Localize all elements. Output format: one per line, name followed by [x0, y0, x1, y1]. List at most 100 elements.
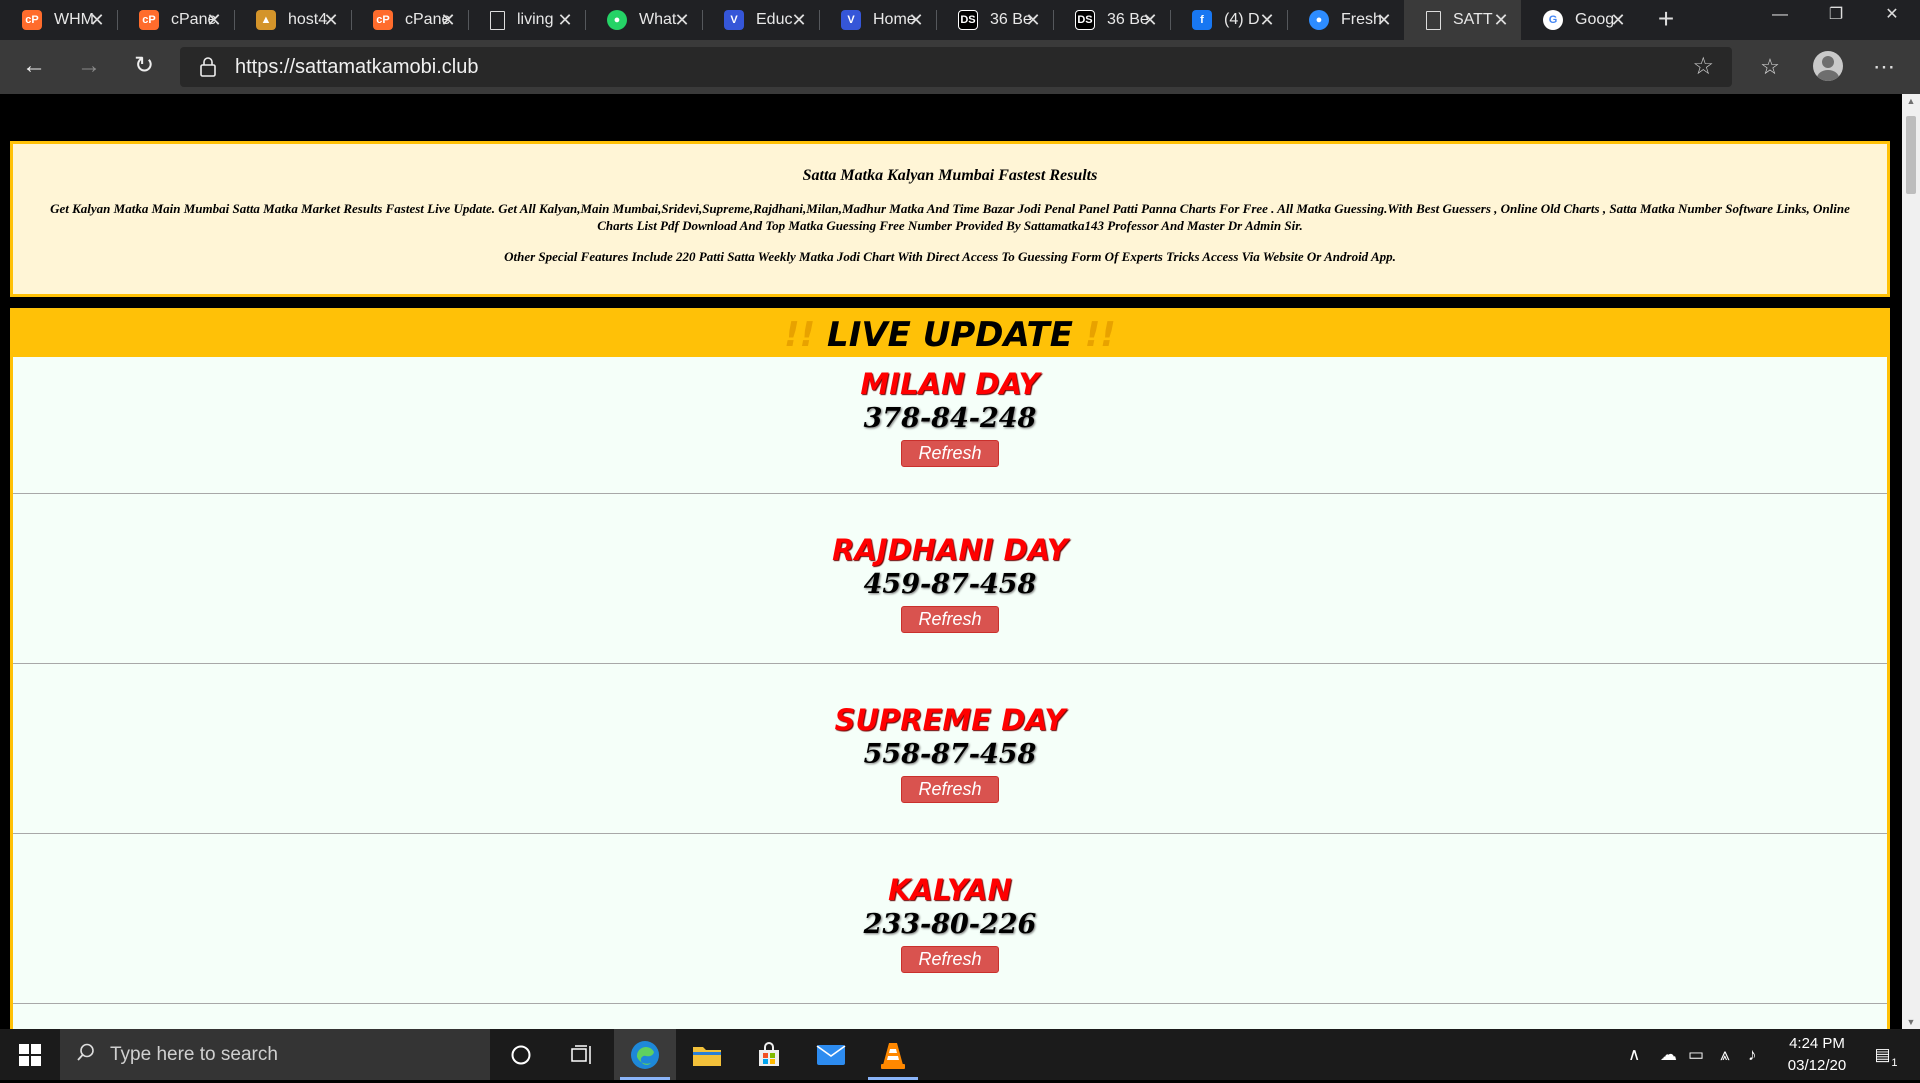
vlc-cone-icon [881, 1042, 905, 1069]
intro-panel: Satta Matka Kalyan Mumbai Fastest Result… [10, 141, 1890, 297]
vlc-button[interactable] [862, 1029, 924, 1080]
clock-date: 03/12/20 [1787, 1057, 1847, 1074]
refresh-button[interactable]: Refresh [901, 776, 999, 803]
edge-browser-icon [631, 1040, 659, 1069]
new-tab-icon[interactable]: + [1646, 0, 1686, 40]
system-clock[interactable]: 4:24 PM 03/12/20 [1772, 1033, 1862, 1077]
file-explorer-button[interactable] [676, 1029, 738, 1080]
browser-tab[interactable]: ● Fresh ✕ [1287, 0, 1404, 40]
tab-close-icon[interactable]: ✕ [1608, 8, 1628, 32]
tab-close-icon[interactable]: ✕ [321, 8, 341, 32]
fresh-icon: ● [1309, 10, 1329, 30]
tab-close-icon[interactable]: ✕ [1491, 8, 1511, 32]
browser-tab[interactable]: V Educ ✕ [702, 0, 819, 40]
educ-icon: V [724, 10, 744, 30]
page-scrollbar[interactable]: ▲ ▼ [1902, 94, 1920, 1029]
cpanel-icon: cP [139, 10, 159, 30]
browser-tab[interactable]: ● What ✕ [585, 0, 702, 40]
tab-close-icon[interactable]: ✕ [438, 8, 458, 32]
host-icon: ▲ [256, 10, 276, 30]
mail-envelope-icon [816, 1044, 846, 1065]
onedrive-cloud-icon[interactable]: ☁ [1660, 1029, 1677, 1080]
minimize-icon[interactable]: — [1752, 0, 1808, 32]
close-window-icon[interactable]: ✕ [1864, 0, 1920, 32]
browser-tab[interactable]: DS 36 Be ✕ [1053, 0, 1170, 40]
url-text[interactable]: https://sattamatkamobi.club [235, 56, 478, 79]
windows-logo-icon [19, 1044, 41, 1066]
profile-avatar-icon[interactable] [1813, 51, 1843, 81]
windows-taskbar: Type here to search ∧ ☁ ▭ ⩓ ♪ 4:24 PM 03… [0, 1029, 1920, 1080]
result-number: 558-87-458 [863, 739, 1037, 770]
browser-tab[interactable]: cP WHM ✕ [0, 0, 117, 40]
tab-close-icon[interactable]: ✕ [204, 8, 224, 32]
browser-tab[interactable]: G Goog ✕ [1521, 0, 1638, 40]
market-name: RAJDHANI DAY [832, 533, 1068, 567]
intro-other-features: Other Special Features Include 220 Patti… [504, 249, 1396, 264]
search-placeholder: Type here to search [110, 1044, 278, 1065]
reload-icon[interactable]: ↻ [126, 49, 162, 85]
cpanel-icon: cP [22, 10, 42, 30]
home-icon: V [841, 10, 861, 30]
tab-close-icon[interactable]: ✕ [789, 8, 809, 32]
tab-close-icon[interactable]: ✕ [1023, 8, 1043, 32]
volume-icon[interactable]: ♪ [1748, 1029, 1757, 1080]
address-toolbar: ← → ↻ https://sattamatkamobi.club ☆ ☆ ⋯ [0, 40, 1920, 94]
back-icon[interactable]: ← [16, 49, 52, 85]
live-update-header: !! LIVE UPDATE !! [13, 311, 1887, 357]
browser-tab[interactable]: living ✕ [468, 0, 585, 40]
notification-icon: ▤ [1874, 1045, 1891, 1064]
address-bar[interactable]: https://sattamatkamobi.club ☆ [180, 47, 1732, 87]
refresh-button[interactable]: Refresh [901, 440, 999, 467]
whatsapp-icon: ● [607, 10, 627, 30]
browser-tab[interactable]: DS 36 Be ✕ [936, 0, 1053, 40]
notification-count: 1 [1891, 1057, 1898, 1069]
cortana-button[interactable] [490, 1029, 552, 1080]
refresh-button[interactable]: Refresh [901, 946, 999, 973]
browser-tab[interactable]: SATT ✕ [1404, 0, 1521, 40]
folder-icon [693, 1046, 721, 1066]
cpanel-icon: cP [373, 10, 393, 30]
start-button[interactable] [0, 1029, 60, 1080]
more-menu-icon[interactable]: ⋯ [1866, 49, 1902, 85]
scroll-down-icon[interactable]: ▼ [1902, 1017, 1920, 1027]
clock-time: 4:24 PM [1789, 1035, 1845, 1052]
page-icon [1426, 10, 1441, 30]
wifi-icon[interactable]: ⩓ [1720, 1029, 1730, 1080]
action-center-button[interactable]: ▤ 1 [1868, 1029, 1908, 1080]
browser-tab[interactable]: cPcPanel✕ [351, 0, 468, 40]
favorite-star-icon[interactable]: ☆ [1692, 52, 1714, 81]
scroll-thumb[interactable] [1906, 116, 1916, 194]
google-icon: G [1543, 10, 1563, 30]
task-view-icon [571, 1044, 591, 1064]
forward-icon[interactable]: → [71, 49, 107, 85]
battery-icon[interactable]: ▭ [1688, 1029, 1704, 1080]
result-row: SUPREME DAY 558-87-458 Refresh [13, 664, 1887, 834]
scroll-up-icon[interactable]: ▲ [1902, 96, 1920, 106]
tab-strip: cPWHM✕cPcPanel✕▲host4✕cPcPanel✕living✕●W… [0, 0, 1920, 40]
task-view-button[interactable] [552, 1029, 614, 1080]
tab-close-icon[interactable]: ✕ [1374, 8, 1394, 32]
browser-tab[interactable]: V Home ✕ [819, 0, 936, 40]
browser-tab[interactable]: cPcPanel✕ [117, 0, 234, 40]
intro-title: Satta Matka Kalyan Mumbai Fastest Result… [802, 167, 1098, 184]
store-button[interactable] [738, 1029, 800, 1080]
show-hidden-icons-icon[interactable]: ∧ [1628, 1029, 1640, 1080]
tab-close-icon[interactable]: ✕ [87, 8, 107, 32]
result-row: KALYAN 233-80-226 Refresh [13, 834, 1887, 1004]
browser-tab[interactable]: f (4) D ✕ [1170, 0, 1287, 40]
browser-tab[interactable]: ▲ host4 ✕ [234, 0, 351, 40]
tab-close-icon[interactable]: ✕ [672, 8, 692, 32]
ds-icon: DS [1075, 10, 1095, 30]
taskbar-search[interactable]: Type here to search [60, 1029, 490, 1080]
edge-taskbar-button[interactable] [614, 1029, 676, 1080]
page-viewport: Satta Matka Kalyan Mumbai Fastest Result… [0, 94, 1902, 1029]
bang-left: !! [784, 315, 816, 355]
mail-button[interactable] [800, 1029, 862, 1080]
tab-close-icon[interactable]: ✕ [1140, 8, 1160, 32]
tab-close-icon[interactable]: ✕ [906, 8, 926, 32]
favorites-icon[interactable]: ☆ [1752, 49, 1788, 85]
tab-close-icon[interactable]: ✕ [555, 8, 575, 32]
tab-close-icon[interactable]: ✕ [1257, 8, 1277, 32]
refresh-button[interactable]: Refresh [901, 606, 999, 633]
restore-icon[interactable]: ❐ [1808, 0, 1864, 32]
